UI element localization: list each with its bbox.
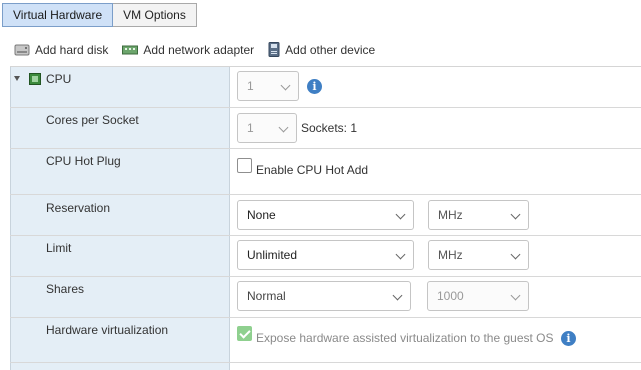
reservation-value: None xyxy=(247,208,276,222)
chevron-down-icon xyxy=(510,290,521,301)
cores-per-socket-row: Cores per Socket 1 Sockets: 1 xyxy=(10,108,641,149)
limit-select[interactable]: Unlimited xyxy=(237,240,414,270)
chevron-down-icon xyxy=(510,249,521,260)
device-toolbar: Add hard disk Add network adapter Add ot… xyxy=(14,42,375,57)
chevron-down-icon xyxy=(395,209,406,220)
cpu-count-value: 1 xyxy=(247,79,254,93)
enable-cpu-hot-add-label: Enable CPU Hot Add xyxy=(256,163,369,177)
shares-number-value: 1000 xyxy=(437,289,464,303)
reservation-unit-select[interactable]: MHz xyxy=(428,200,529,230)
chevron-down-icon xyxy=(280,80,291,91)
info-icon[interactable]: i xyxy=(561,331,576,346)
expose-hw-virtualization-label: Expose hardware assisted virtualization … xyxy=(256,331,554,345)
shares-value: Normal xyxy=(247,289,286,303)
cores-per-socket-label: Cores per Socket xyxy=(46,113,139,127)
cpu-label: CPU xyxy=(46,72,72,86)
reservation-unit-value: MHz xyxy=(438,208,463,222)
cores-per-socket-select[interactable]: 1 xyxy=(237,113,297,143)
reservation-select[interactable]: None xyxy=(237,200,414,230)
shares-row: Shares Normal 1000 xyxy=(10,277,641,318)
reservation-row: Reservation None MHz xyxy=(10,195,641,236)
add-network-adapter-button[interactable]: Add network adapter xyxy=(122,42,254,57)
hard-disk-icon xyxy=(14,43,30,57)
cpu-settings-grid: CPU 1 i Cores per Socket 1 Sockets: 1 CP… xyxy=(10,66,641,370)
limit-row: Limit Unlimited MHz xyxy=(10,236,641,277)
info-icon[interactable]: i xyxy=(307,79,322,94)
limit-unit-value: MHz xyxy=(438,248,463,262)
cpu-count-select[interactable]: 1 xyxy=(237,71,299,101)
reservation-label: Reservation xyxy=(46,201,111,215)
cpu-chip-icon xyxy=(29,73,41,88)
limit-unit-select[interactable]: MHz xyxy=(428,240,529,270)
add-network-adapter-label: Add network adapter xyxy=(143,42,255,57)
add-other-device-label: Add other device xyxy=(285,42,376,57)
limit-value: Unlimited xyxy=(247,248,298,262)
chevron-down-icon xyxy=(278,122,289,133)
chevron-down-icon xyxy=(392,290,403,301)
cpu-row: CPU 1 i xyxy=(10,67,641,108)
sockets-text: Sockets: 1 xyxy=(301,121,358,135)
chevron-down-icon xyxy=(510,209,521,220)
shares-select[interactable]: Normal xyxy=(237,281,411,311)
add-other-device-button[interactable]: Add other device xyxy=(268,42,375,57)
tab-bar: Virtual Hardware VM Options xyxy=(2,3,197,27)
cores-per-socket-value: 1 xyxy=(247,121,254,135)
limit-label: Limit xyxy=(46,241,72,255)
tab-virtual-hardware[interactable]: Virtual Hardware xyxy=(2,3,114,27)
add-hard-disk-label: Add hard disk xyxy=(35,42,109,57)
shares-label: Shares xyxy=(46,282,85,296)
tab-vm-options[interactable]: VM Options xyxy=(113,3,197,27)
enable-cpu-hot-add-checkbox[interactable] xyxy=(237,158,252,173)
collapse-caret-icon[interactable] xyxy=(14,76,20,81)
chevron-down-icon xyxy=(395,249,406,260)
hardware-virtualization-row: Hardware virtualization Expose hardware … xyxy=(10,318,641,363)
device-icon xyxy=(268,42,280,57)
network-adapter-icon xyxy=(122,44,139,56)
shares-number-select[interactable]: 1000 xyxy=(427,281,529,311)
add-hard-disk-button[interactable]: Add hard disk xyxy=(14,42,108,57)
cpu-hot-plug-label: CPU Hot Plug xyxy=(46,154,121,168)
expose-hw-virtualization-checkbox[interactable] xyxy=(237,326,252,341)
hardware-virtualization-label: Hardware virtualization xyxy=(46,323,169,337)
cpu-hot-plug-row: CPU Hot Plug Enable CPU Hot Add xyxy=(10,149,641,195)
